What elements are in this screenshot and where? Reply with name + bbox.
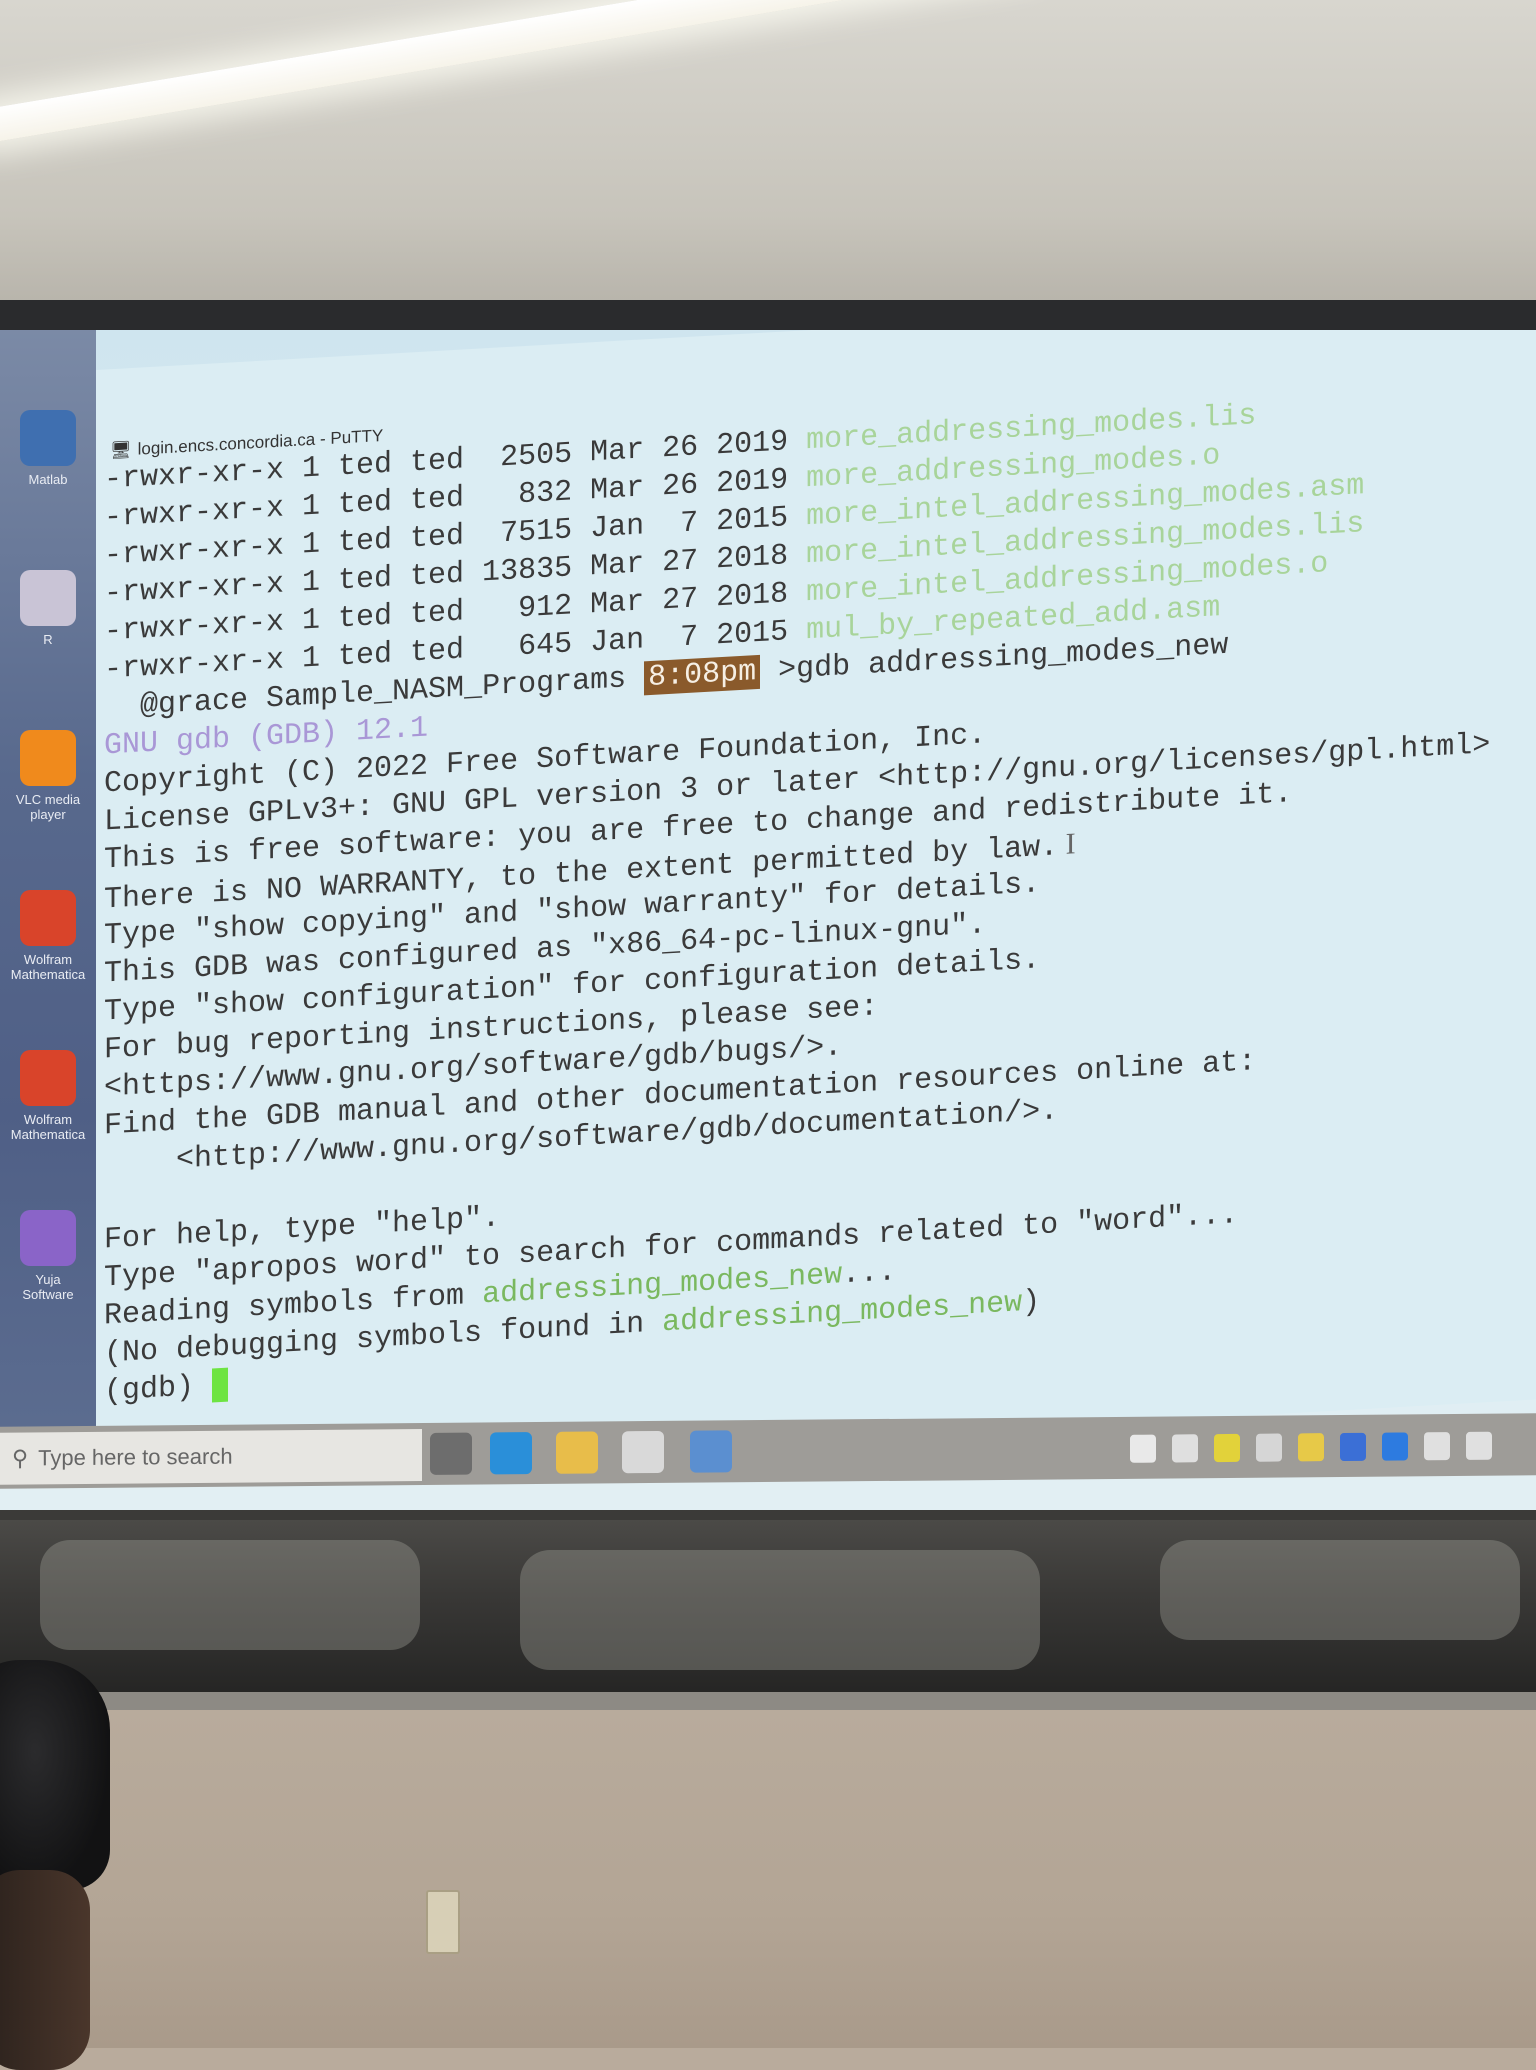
chalk-smear xyxy=(40,1540,420,1650)
taskbar: ⚲ Type here to search xyxy=(0,1413,1536,1489)
putty-window[interactable]: 🖥 login.encs.concordia.ca - PuTTY -rwxr-… xyxy=(96,330,1536,1481)
task-view-icon[interactable] xyxy=(430,1432,472,1475)
edge-icon[interactable] xyxy=(490,1432,532,1475)
desktop-icon-label: VLC media player xyxy=(15,792,81,822)
lemon-icon[interactable] xyxy=(1214,1433,1240,1463)
terminal-cursor xyxy=(212,1367,229,1403)
network-app-icon[interactable] xyxy=(690,1430,732,1473)
taskbar-search-placeholder: Type here to search xyxy=(38,1443,233,1471)
chalk-smear xyxy=(1160,1540,1520,1640)
audience-face xyxy=(0,1870,90,2070)
gdb-prompt: (gdb) xyxy=(104,1369,213,1410)
chat-icon[interactable] xyxy=(1298,1433,1324,1462)
desktop-icon-label: Wolfram Mathematica xyxy=(10,952,86,982)
text-cursor-ibeam-icon: I xyxy=(1058,827,1076,862)
desktop-icon-label: R xyxy=(43,632,53,647)
taskbar-search[interactable]: ⚲ Type here to search xyxy=(0,1429,422,1485)
chalkboard xyxy=(0,1520,1536,1695)
putty-icon: 🖥 xyxy=(110,440,132,461)
search-icon: ⚲ xyxy=(12,1445,29,1471)
wolfram-icon[interactable] xyxy=(20,1050,76,1106)
projected-desktop: Matlab R VLC media player Wolfram Mathemati… xyxy=(0,330,1536,1510)
security-shield-icon[interactable] xyxy=(1340,1432,1366,1462)
desktop-icon-label: Yuja Software xyxy=(22,1272,74,1302)
r-icon[interactable] xyxy=(20,570,76,626)
news-widget-icon[interactable] xyxy=(1130,1434,1156,1463)
chalk-rail xyxy=(30,1692,1536,1710)
file-explorer-icon[interactable] xyxy=(556,1431,598,1474)
wall xyxy=(0,1710,1536,2048)
vlc-icon[interactable] xyxy=(20,730,76,786)
ceiling-light xyxy=(0,0,1032,144)
yuja-icon[interactable] xyxy=(20,1210,76,1266)
monitor-icon[interactable] xyxy=(1466,1431,1492,1460)
wolfram-icon[interactable] xyxy=(20,890,76,946)
cloud-offline-icon[interactable] xyxy=(1256,1433,1282,1462)
usb-icon[interactable] xyxy=(1424,1432,1450,1461)
desktop-background: Matlab R VLC media player Wolfram Mathemati… xyxy=(0,330,96,1450)
store-icon[interactable] xyxy=(622,1430,664,1474)
chalk-smear xyxy=(520,1550,1040,1670)
matlab-icon[interactable] xyxy=(20,410,76,466)
power-outlet xyxy=(426,1890,460,1954)
bluetooth-icon[interactable] xyxy=(1382,1432,1408,1461)
desktop-icon-label: Matlab xyxy=(28,472,68,487)
app-tray-icon[interactable] xyxy=(1172,1434,1198,1463)
terminal-output[interactable]: -rwxr-xr-x 1 ted ted 2505 Mar 26 2019 mo… xyxy=(104,381,1536,1412)
reading-symbols-suffix: ... xyxy=(842,1255,897,1293)
no-debug-suffix: ) xyxy=(1022,1285,1041,1321)
desktop-icon-label: Wolfram Mathematica xyxy=(10,1112,86,1142)
prompt-time-badge: 8:08pm xyxy=(644,654,761,696)
audience-head xyxy=(0,1660,110,1890)
